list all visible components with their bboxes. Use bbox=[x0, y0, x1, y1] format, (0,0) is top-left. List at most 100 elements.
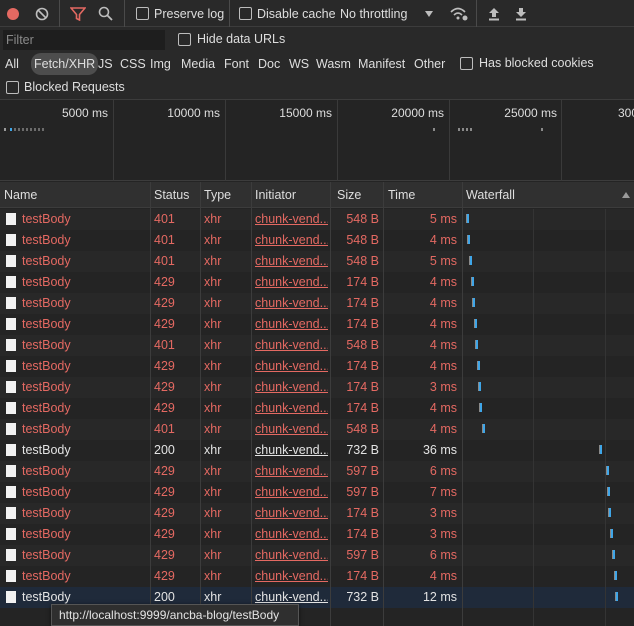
request-initiator[interactable]: chunk-vend... bbox=[255, 566, 328, 587]
request-initiator[interactable]: chunk-vend... bbox=[255, 293, 328, 314]
request-size: 174 B bbox=[346, 296, 379, 310]
request-name: testBody bbox=[22, 254, 71, 268]
filter-type-doc[interactable]: Doc bbox=[258, 53, 280, 75]
has-blocked-cookies-checkbox[interactable]: Has blocked cookies bbox=[460, 56, 594, 70]
filter-type-wasm[interactable]: Wasm bbox=[316, 53, 351, 75]
filter-input[interactable] bbox=[3, 30, 165, 50]
request-row[interactable]: testBody 401 xhr chunk-vend... 548 B 4 ms bbox=[0, 419, 634, 440]
request-name: testBody bbox=[22, 401, 71, 415]
filter-type-other[interactable]: Other bbox=[414, 53, 445, 75]
timeline-overview[interactable]: 5000 ms 10000 ms 15000 ms 20000 ms 25000 ms 3… bbox=[0, 100, 634, 181]
filter-type-img[interactable]: Img bbox=[150, 53, 171, 75]
request-type: xhr bbox=[204, 401, 222, 415]
filter-type-font[interactable]: Font bbox=[224, 53, 249, 75]
filter-type-fetch-xhr[interactable]: Fetch/XHR bbox=[31, 53, 99, 75]
request-initiator[interactable]: chunk-vend... bbox=[255, 314, 328, 335]
file-icon bbox=[6, 381, 16, 393]
column-header-initiator[interactable]: Initiator bbox=[251, 182, 330, 208]
request-row[interactable]: testBody 429 xhr chunk-vend... 174 B 4 ms bbox=[0, 398, 634, 419]
filter-type-manifest[interactable]: Manifest bbox=[358, 53, 405, 75]
clear-button[interactable] bbox=[35, 0, 49, 27]
request-row[interactable]: testBody 401 xhr chunk-vend... 548 B 4 ms bbox=[0, 335, 634, 356]
preserve-log-checkbox[interactable]: Preserve log bbox=[136, 0, 224, 27]
import-har-button[interactable] bbox=[487, 0, 501, 27]
request-row[interactable]: testBody 429 xhr chunk-vend... 174 B 4 ms bbox=[0, 566, 634, 587]
request-initiator[interactable]: chunk-vend... bbox=[255, 440, 328, 461]
request-initiator[interactable]: chunk-vend... bbox=[255, 503, 328, 524]
filter-type-js[interactable]: JS bbox=[98, 53, 113, 75]
request-initiator[interactable]: chunk-vend... bbox=[255, 356, 328, 377]
request-row[interactable]: testBody 401 xhr chunk-vend... 548 B 4 ms bbox=[0, 230, 634, 251]
filter-icon bbox=[70, 6, 86, 21]
request-row[interactable]: testBody 429 xhr chunk-vend... 174 B 4 ms bbox=[0, 272, 634, 293]
column-header-size[interactable]: Size bbox=[333, 182, 383, 208]
request-initiator[interactable]: chunk-vend... bbox=[255, 251, 328, 272]
throttling-value: No throttling bbox=[340, 6, 408, 21]
file-icon bbox=[6, 234, 16, 246]
file-icon bbox=[6, 297, 16, 309]
waterfall-bar bbox=[467, 235, 471, 244]
request-row[interactable]: testBody 429 xhr chunk-vend... 174 B 3 ms bbox=[0, 524, 634, 545]
column-header-type[interactable]: Type bbox=[200, 182, 251, 208]
request-size: 548 B bbox=[346, 338, 379, 352]
request-row[interactable]: testBody 429 xhr chunk-vend... 174 B 3 ms bbox=[0, 377, 634, 398]
request-name: testBody bbox=[22, 233, 71, 247]
timeline-tick-label: 25000 ms bbox=[504, 106, 557, 120]
download-icon bbox=[516, 7, 526, 20]
request-size: 174 B bbox=[346, 275, 379, 289]
waterfall-bar bbox=[608, 508, 612, 517]
filter-type-css[interactable]: CSS bbox=[120, 53, 146, 75]
request-initiator[interactable]: chunk-vend... bbox=[255, 545, 328, 566]
request-initiator[interactable]: chunk-vend... bbox=[255, 398, 328, 419]
request-row[interactable]: testBody 429 xhr chunk-vend... 174 B 4 ms bbox=[0, 293, 634, 314]
filter-toggle-button[interactable] bbox=[70, 0, 86, 27]
request-row[interactable]: testBody 401 xhr chunk-vend... 548 B 5 ms bbox=[0, 251, 634, 272]
column-header-time[interactable]: Time bbox=[384, 182, 462, 208]
request-initiator[interactable]: chunk-vend... bbox=[255, 377, 328, 398]
request-type: xhr bbox=[204, 527, 222, 541]
request-time: 6 ms bbox=[429, 464, 457, 478]
request-initiator[interactable]: chunk-vend... bbox=[255, 482, 328, 503]
request-initiator[interactable]: chunk-vend... bbox=[255, 524, 328, 545]
request-type: xhr bbox=[204, 485, 222, 499]
waterfall-bar bbox=[469, 256, 473, 265]
request-initiator[interactable]: chunk-vend... bbox=[255, 335, 328, 356]
request-row[interactable]: testBody 200 xhr chunk-vend... 732 B 36 ms bbox=[0, 440, 634, 461]
request-initiator[interactable]: chunk-vend... bbox=[255, 230, 328, 251]
request-initiator[interactable]: chunk-vend... bbox=[255, 461, 328, 482]
request-size: 174 B bbox=[346, 569, 379, 583]
filter-type-ws[interactable]: WS bbox=[289, 53, 309, 75]
file-icon bbox=[6, 486, 16, 498]
network-conditions-button[interactable] bbox=[449, 0, 469, 27]
request-type: xhr bbox=[204, 275, 222, 289]
column-header-name[interactable]: Name bbox=[0, 182, 150, 208]
filter-type-media[interactable]: Media bbox=[181, 53, 215, 75]
disable-cache-checkbox[interactable]: Disable cache bbox=[239, 0, 336, 27]
file-icon bbox=[6, 360, 16, 372]
throttling-select[interactable]: No throttling bbox=[340, 0, 434, 27]
request-type: xhr bbox=[204, 254, 222, 268]
request-row[interactable]: testBody 429 xhr chunk-vend... 597 B 7 ms bbox=[0, 482, 634, 503]
request-name: testBody bbox=[22, 569, 71, 583]
request-initiator[interactable]: chunk-vend... bbox=[255, 272, 328, 293]
search-button[interactable] bbox=[98, 0, 113, 27]
request-initiator[interactable]: chunk-vend... bbox=[255, 419, 328, 440]
request-row[interactable]: testBody 429 xhr chunk-vend... 174 B 3 ms bbox=[0, 503, 634, 524]
requests-table: Name Status Type Initiator Size Time Wat… bbox=[0, 182, 634, 626]
record-button[interactable] bbox=[6, 0, 20, 27]
timeline-activity-marks bbox=[10, 128, 14, 131]
request-size: 174 B bbox=[346, 380, 379, 394]
request-row[interactable]: testBody 429 xhr chunk-vend... 597 B 6 ms bbox=[0, 545, 634, 566]
request-initiator[interactable]: chunk-vend... bbox=[255, 209, 328, 230]
hide-data-urls-checkbox[interactable]: Hide data URLs bbox=[178, 32, 285, 46]
column-header-status[interactable]: Status bbox=[150, 182, 200, 208]
request-row[interactable]: testBody 401 xhr chunk-vend... 548 B 5 ms bbox=[0, 209, 634, 230]
filter-type-all[interactable]: All bbox=[5, 53, 19, 75]
request-row[interactable]: testBody 429 xhr chunk-vend... 174 B 4 ms bbox=[0, 314, 634, 335]
export-har-button[interactable] bbox=[514, 0, 528, 27]
blocked-requests-checkbox[interactable]: Blocked Requests bbox=[6, 80, 125, 94]
column-header-waterfall[interactable]: Waterfall bbox=[462, 182, 612, 208]
request-status: 401 bbox=[154, 254, 175, 268]
request-row[interactable]: testBody 429 xhr chunk-vend... 174 B 4 ms bbox=[0, 356, 634, 377]
request-row[interactable]: testBody 429 xhr chunk-vend... 597 B 6 ms bbox=[0, 461, 634, 482]
